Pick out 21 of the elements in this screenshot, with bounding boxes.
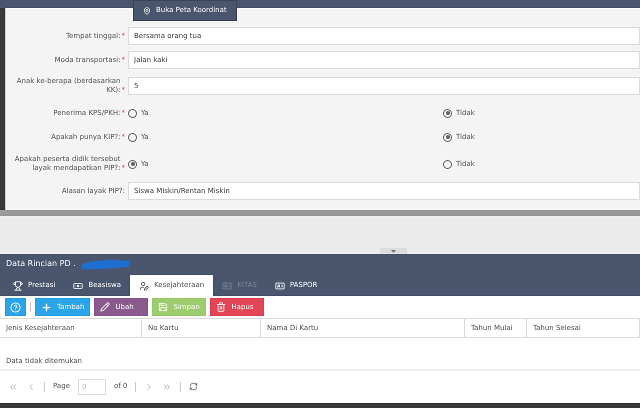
plus-icon bbox=[41, 302, 52, 312]
radio-button[interactable] bbox=[128, 160, 137, 168]
collapse-handle[interactable] bbox=[380, 248, 407, 254]
radio-button[interactable] bbox=[443, 160, 452, 168]
radio-button[interactable] bbox=[128, 132, 137, 142]
card-icon bbox=[274, 280, 285, 290]
user-icon bbox=[139, 280, 150, 290]
refresh-icon[interactable] bbox=[189, 382, 198, 391]
pin-icon bbox=[143, 6, 151, 14]
panel-title: Data Rincian PD . bbox=[6, 258, 76, 270]
banknote-icon bbox=[73, 280, 84, 290]
radio-button[interactable] bbox=[443, 108, 452, 118]
card-icon bbox=[222, 280, 232, 290]
help-icon bbox=[10, 302, 21, 312]
trophy-icon bbox=[13, 280, 23, 290]
save-icon bbox=[158, 302, 168, 312]
radio-button[interactable] bbox=[443, 132, 452, 142]
help-button[interactable] bbox=[5, 298, 26, 316]
radio-button[interactable] bbox=[128, 108, 137, 118]
pencil-icon bbox=[100, 302, 110, 312]
trash-icon bbox=[216, 302, 226, 312]
